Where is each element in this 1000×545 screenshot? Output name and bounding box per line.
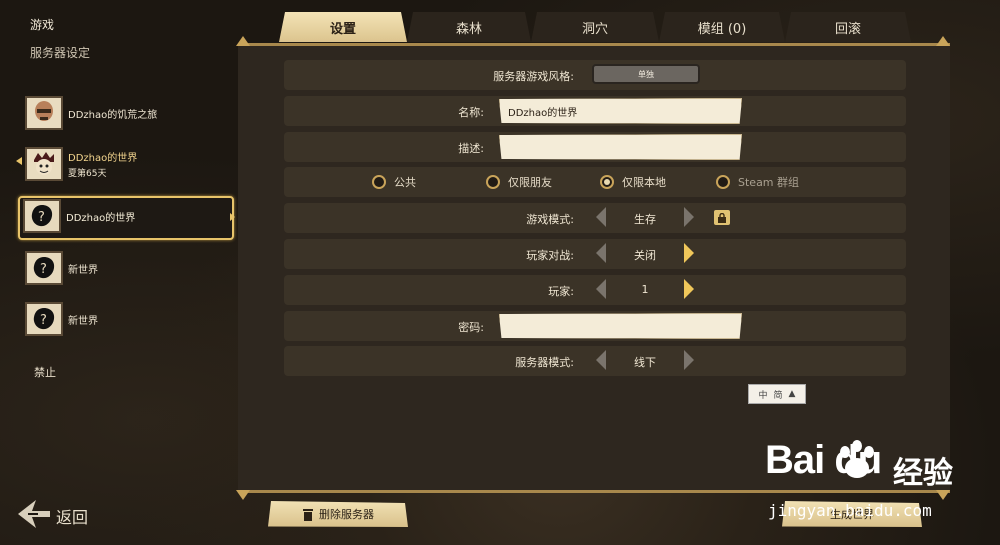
ime-shirt-icon: ▲ [788,389,796,399]
baidu-jingyan-text: 经验 [893,456,953,491]
svg-text:?: ? [40,313,47,328]
server-mode-value: 线下 [634,356,656,369]
disable-label[interactable]: 禁止 [34,364,56,380]
unknown-portrait-icon: ? [23,199,61,233]
back-arrow-icon [18,500,50,528]
radio-label: 公共 [394,176,416,189]
pvp-value: 关闭 [634,249,656,262]
chevron-right-icon[interactable] [682,349,696,371]
chevron-right-icon[interactable] [682,278,696,300]
password-input[interactable] [499,313,742,339]
watermark-url: jingyan.baidu.com [768,501,932,520]
server-slot-5[interactable]: ? 新世界 [22,301,230,339]
password-label: 密码: [458,321,484,334]
tab-settings[interactable]: 设置 [279,12,407,42]
server-slot-name: DDzhao的饥荒之旅 [68,110,158,121]
delete-server-label: 删除服务器 [319,508,374,521]
name-label: 名称: [458,106,484,119]
sidebar: 游戏 服务器设定 DDzhao的饥荒之旅 DDzhao的世界 夏第65天 ? D… [0,0,238,545]
wilson-portrait-icon [25,147,63,181]
privacy-local-radio[interactable]: 仅限本地 [600,174,666,190]
server-slot-3-selected[interactable]: ? DDzhao的世界 [18,196,234,240]
players-label: 玩家: [548,285,574,298]
pvp-label: 玩家对战: [526,249,574,262]
server-slot-name: 新世界 [68,265,98,276]
server-slot-day: 夏第65天 [68,169,107,179]
privacy-steam-group-radio[interactable]: Steam 群组 [716,174,799,190]
sidebar-subtitle: 服务器设定 [30,46,91,60]
server-style-button[interactable]: 单独 [592,64,700,84]
game-mode-label: 游戏模式: [526,213,574,226]
baidu-watermark: Bai du 经验 jingyan.baidu.com [765,438,1000,528]
lock-icon [714,210,730,225]
server-slot-4[interactable]: ? 新世界 [22,250,230,288]
radio-circle-icon [486,175,500,189]
server-slot-name: DDzhao的世界 [68,153,138,164]
radio-label: 仅限朋友 [508,176,552,189]
server-mode-label: 服务器模式: [515,356,574,369]
radio-circle-icon [716,175,730,189]
chevron-right-icon[interactable] [682,242,696,264]
description-label: 描述: [458,142,484,155]
server-slot-2[interactable]: DDzhao的世界 夏第65天 [22,146,230,184]
game-mode-value: 生存 [634,213,656,226]
ime-script-label: 简 [773,390,783,401]
svg-text:?: ? [40,262,47,277]
back-button[interactable]: 返回 [14,494,104,534]
tab-forest[interactable]: 森林 [407,12,531,42]
server-slot-name: DDzhao的世界 [66,213,136,224]
privacy-friends-radio[interactable]: 仅限朋友 [486,174,552,190]
ime-indicator[interactable]: 中 简 ▲ [748,384,806,404]
selected-marker-icon [230,213,235,221]
svg-text:?: ? [38,210,45,225]
description-input[interactable] [499,134,742,160]
tab-rollback[interactable]: 回滚 [785,12,911,42]
unknown-portrait-icon: ? [25,251,63,285]
radio-label: 仅限本地 [622,176,666,189]
radio-label: Steam 群组 [738,176,800,189]
players-value: 1 [641,283,649,296]
unknown-portrait-icon: ? [25,302,63,336]
name-input[interactable]: DDzhao的世界 [499,98,742,124]
radio-circle-icon [372,175,386,189]
server-slot-name: 新世界 [68,316,98,327]
server-style-label: 服务器游戏风格: [493,70,574,83]
sidebar-title: 游戏 [30,18,55,32]
paw-icon [840,440,874,478]
radio-selected-icon [600,175,614,189]
chevron-right-icon[interactable] [682,206,696,228]
back-button-label: 返回 [56,508,89,527]
privacy-public-radio[interactable]: 公共 [372,174,416,190]
trash-icon [302,508,314,521]
ime-mode-label: 中 [758,390,768,401]
tab-caves[interactable]: 洞穴 [531,12,659,42]
server-slot-1[interactable]: DDzhao的饥荒之旅 [22,95,230,133]
tab-mods[interactable]: 模组 (0) [659,12,785,42]
delete-server-button[interactable]: 删除服务器 [268,501,408,527]
wolfgang-portrait-icon [25,96,63,130]
